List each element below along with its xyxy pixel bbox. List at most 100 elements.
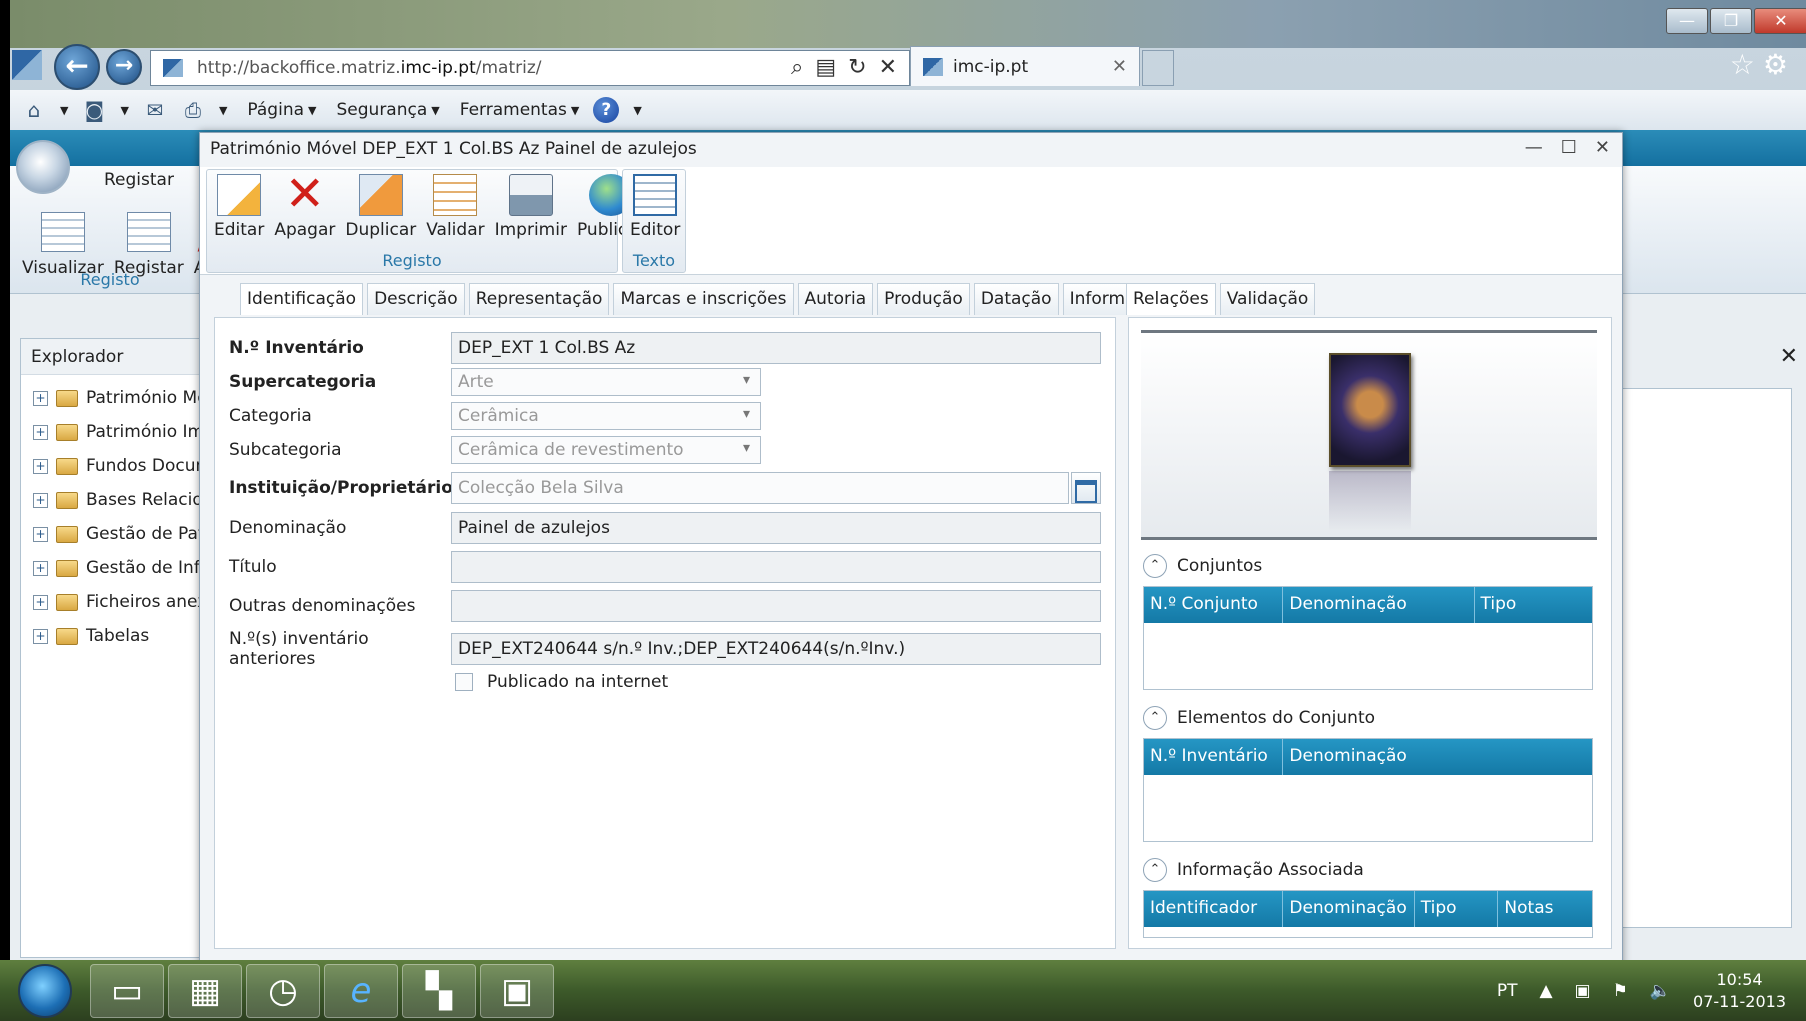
tab-identificacao[interactable]: Identificação — [240, 283, 364, 315]
column-header[interactable]: Identificador — [1144, 891, 1284, 927]
subcategoria-select[interactable]: Cerâmica de revestimento — [451, 436, 761, 464]
tree-item[interactable]: + Património Ima — [33, 415, 209, 449]
dialog-maximize-icon[interactable]: ☐ — [1561, 137, 1577, 158]
menu-pagina[interactable]: Página ▼ — [247, 100, 316, 120]
column-header[interactable]: Tipo — [1415, 891, 1499, 927]
instituicao-field[interactable]: Colecção Bela Silva — [451, 472, 1069, 504]
explorer-taskbar-icon[interactable]: ▭ — [90, 964, 164, 1018]
registar-button[interactable]: Registar — [114, 212, 184, 278]
apagar-button[interactable]: ✕ Apagar — [271, 170, 338, 240]
expand-icon[interactable]: + — [33, 560, 48, 576]
powerpoint-taskbar-icon[interactable]: ▣ — [480, 964, 554, 1018]
outras-denominacoes-field[interactable] — [451, 590, 1101, 622]
categoria-select[interactable]: Cerâmica — [451, 402, 761, 430]
new-tab-button[interactable] — [1142, 50, 1174, 86]
chevron-down-icon[interactable]: ▼ — [219, 104, 227, 117]
tab-validacao[interactable]: Validação — [1219, 283, 1316, 315]
tab-marcas[interactable]: Marcas e inscrições — [613, 283, 794, 315]
ribbon-tab-registar[interactable]: Registar — [104, 170, 174, 190]
tree-item[interactable]: + Tabelas — [33, 619, 209, 653]
imprimir-button[interactable]: Imprimir — [492, 174, 570, 240]
tree-item[interactable]: + Gestão de Patr — [33, 517, 209, 551]
menu-seguranca[interactable]: Segurança ▼ — [337, 100, 440, 120]
expand-icon[interactable]: + — [33, 594, 48, 610]
browser-tab[interactable]: imc-ip.pt ✕ — [910, 46, 1140, 86]
compat-icon[interactable]: ▤ — [815, 55, 836, 80]
column-header[interactable]: Denominação — [1283, 739, 1592, 775]
refresh-icon[interactable]: ↻ — [848, 55, 866, 80]
print-icon[interactable]: ⎙ — [181, 98, 205, 122]
tab-relacoes[interactable]: Relações — [1126, 283, 1216, 315]
publicado-checkbox[interactable] — [455, 673, 473, 691]
expand-icon[interactable]: + — [33, 492, 48, 508]
expand-icon[interactable]: + — [33, 526, 48, 542]
titulo-field[interactable] — [451, 551, 1101, 583]
collapse-icon[interactable]: ⌃ — [1143, 554, 1167, 578]
column-header[interactable]: N.º Conjunto — [1144, 587, 1284, 623]
dialog-minimize-icon[interactable]: — — [1525, 137, 1543, 158]
gear-icon[interactable]: ⚙ — [1763, 48, 1796, 81]
tile-panel-thumbnail[interactable] — [1329, 353, 1411, 467]
start-button[interactable] — [18, 964, 72, 1018]
tree-item[interactable]: + Fundos Docum — [33, 449, 209, 483]
dialog-close-icon[interactable]: ✕ — [1595, 137, 1610, 158]
tab-autoria[interactable]: Autoria — [797, 283, 874, 315]
expand-icon[interactable]: + — [33, 424, 48, 440]
forward-button[interactable]: → — [106, 49, 142, 85]
chevron-down-icon[interactable]: ▼ — [633, 104, 641, 117]
tree-item[interactable]: + Ficheiros anexo — [33, 585, 209, 619]
tree-item[interactable]: + Gestão de Info — [33, 551, 209, 585]
column-header[interactable]: Tipo — [1475, 587, 1592, 623]
network-icon[interactable]: ▣ — [1575, 981, 1591, 1001]
tab-datacao[interactable]: Datação — [973, 283, 1059, 315]
denominacao-field[interactable]: Painel de azulejos — [451, 512, 1101, 544]
chevron-down-icon[interactable]: ▼ — [60, 104, 68, 117]
back-button[interactable]: ← — [54, 44, 100, 90]
supercategoria-select[interactable]: Arte — [451, 368, 761, 396]
visualizar-button[interactable]: Visualizar — [22, 212, 104, 278]
search-icon[interactable]: ⌕ — [791, 55, 803, 80]
column-header[interactable]: N.º Inventário — [1144, 739, 1284, 775]
expand-icon[interactable]: + — [33, 458, 48, 474]
app-taskbar-icon[interactable]: ▚ — [402, 964, 476, 1018]
tab-representacao[interactable]: Representação — [468, 283, 610, 315]
expand-icon[interactable]: + — [33, 628, 48, 644]
expand-icon[interactable]: + — [33, 390, 48, 406]
column-header[interactable]: Denominação — [1283, 891, 1415, 927]
calculator-taskbar-icon[interactable]: ▦ — [168, 964, 242, 1018]
language-indicator[interactable]: PT — [1497, 981, 1518, 1001]
tree-item[interactable]: + Bases Relacion — [33, 483, 209, 517]
tab-descricao[interactable]: Descrição — [367, 283, 465, 315]
inventario-field[interactable]: DEP_EXT 1 Col.BS Az — [451, 332, 1101, 364]
address-bar[interactable]: http://backoffice.matriz. imc-ip.pt/matri… — [150, 50, 910, 86]
help-icon[interactable]: ? — [593, 97, 620, 123]
tab-producao[interactable]: Produção — [877, 283, 970, 315]
maximize-button[interactable]: ❐ — [1710, 8, 1752, 34]
stop-icon[interactable]: ✕ — [879, 55, 897, 80]
duplicar-button[interactable]: Duplicar — [342, 174, 419, 240]
validar-button[interactable]: Validar — [423, 174, 487, 240]
close-icon[interactable]: ✕ — [1780, 344, 1798, 369]
app-orb-icon[interactable] — [16, 140, 70, 194]
mail-icon[interactable]: ✉ — [143, 98, 167, 122]
internet-explorer-taskbar-icon[interactable]: e — [324, 964, 398, 1018]
close-button[interactable]: ✕ — [1754, 8, 1806, 34]
clock[interactable]: 10:54 07-11-2013 — [1693, 969, 1786, 1013]
editor-button[interactable]: Editor — [627, 174, 683, 240]
tree-item[interactable]: + Património Móv — [33, 381, 209, 415]
menu-ferramentas[interactable]: Ferramentas ▼ — [460, 100, 580, 120]
close-tab-icon[interactable]: ✕ — [1112, 56, 1127, 77]
action-center-icon[interactable]: ⚑ — [1613, 981, 1628, 1001]
column-header[interactable]: Denominação — [1283, 587, 1475, 623]
notes-taskbar-icon[interactable]: ◷ — [246, 964, 320, 1018]
editar-button[interactable]: Editar — [211, 174, 267, 240]
star-icon[interactable]: ☆ — [1730, 48, 1763, 81]
show-hidden-icons-icon[interactable]: ▲ — [1539, 981, 1552, 1001]
lookup-icon[interactable] — [1071, 472, 1101, 504]
tab-informacao[interactable]: Informa — [1062, 283, 1131, 315]
home-icon[interactable]: ⌂ — [22, 98, 46, 122]
minimize-button[interactable]: — — [1666, 8, 1708, 34]
feeds-icon[interactable]: ◙ — [82, 98, 106, 122]
volume-icon[interactable]: 🔈 — [1650, 981, 1671, 1001]
object-image-viewer[interactable] — [1141, 330, 1597, 540]
